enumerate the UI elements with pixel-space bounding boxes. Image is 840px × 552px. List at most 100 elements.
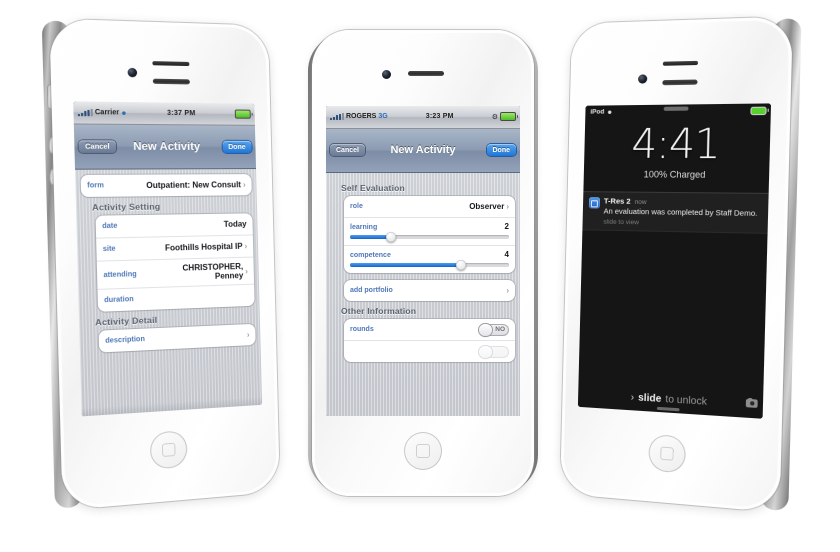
cancel-button[interactable]: Cancel	[78, 140, 117, 153]
chevron-right-icon: ›	[244, 241, 248, 251]
row-key: attending	[103, 270, 137, 279]
earpiece-speaker-icon	[408, 71, 444, 76]
mockup-stage: Carrier ● 3:37 PM Cancel New Activity Do…	[0, 0, 840, 552]
done-button[interactable]: Done	[486, 144, 516, 157]
carrier-label: Carrier	[94, 108, 120, 117]
slider-knob[interactable]	[386, 232, 397, 243]
carrier-group: ROGERS 3G	[330, 113, 388, 121]
signal-bars-icon	[77, 108, 93, 117]
row-form[interactable]: form Outpatient: New Consult ›	[81, 174, 252, 197]
phone-center-glass: ROGERS 3G 3:23 PM ⚙ Cancel New Activity …	[326, 106, 520, 416]
slider-knob[interactable]	[456, 260, 467, 271]
done-button[interactable]: Done	[222, 140, 252, 153]
carrier-group: Carrier ●	[77, 108, 127, 117]
status-time: 3:37 PM	[167, 109, 196, 118]
form-type-card[interactable]: form Outpatient: New Consult ›	[80, 174, 252, 197]
phone-left: Carrier ● 3:37 PM Cancel New Activity Do…	[41, 18, 280, 511]
lock-clock: 4:41 100% Charged	[584, 121, 771, 180]
activity-setting-card[interactable]: date Today − site Foothills Hospital IP …	[95, 213, 255, 313]
status-time: 3:23 PM	[425, 113, 454, 121]
notification-timestamp: now	[634, 198, 647, 207]
device-label: iPod	[590, 108, 605, 116]
signal-bars-icon	[330, 113, 344, 121]
phone-center: ROGERS 3G 3:23 PM ⚙ Cancel New Activity …	[308, 30, 538, 496]
camera-grabber[interactable]	[656, 406, 680, 412]
row-key: site	[102, 245, 116, 254]
row-value: 4	[504, 250, 509, 260]
row-key: competence	[350, 252, 391, 260]
section-header-other-information: Other Information	[341, 306, 417, 317]
row-key: learning	[350, 224, 378, 232]
other-information-card[interactable]: rounds NO	[344, 319, 515, 363]
row-description[interactable]: + description ›	[99, 324, 256, 353]
row-add-portfolio[interactable]: + add portfolio ›	[344, 280, 515, 301]
phone-right-glass: iPod ● 4:41 100% Charged T-Res 2 now An …	[577, 103, 772, 419]
earpiece-speaker-icon	[152, 78, 190, 85]
carrier-label: ROGERS	[346, 113, 377, 121]
rounds-toggle[interactable]: NO	[479, 323, 509, 336]
nav-bar-left: Cancel New Activity Done	[73, 124, 257, 170]
self-evaluation-card[interactable]: − role Observer › − learning 2	[344, 196, 515, 274]
row-value: Foothills Hospital IP	[164, 241, 243, 253]
section-header-self-evaluation: Self Evaluation	[341, 183, 405, 194]
row-key: rounds	[350, 326, 374, 334]
notification-banner[interactable]: T-Res 2 now An evaluation was completed …	[582, 191, 769, 234]
nav-bar-center: Cancel New Activity Done	[326, 128, 520, 174]
phone-right: iPod ● 4:41 100% Charged T-Res 2 now An …	[560, 16, 802, 513]
wifi-icon: ●	[607, 106, 613, 117]
row-value: Outpatient: New Consult	[146, 180, 242, 191]
phone-left-glass: Carrier ● 3:37 PM Cancel New Activity Do…	[73, 101, 263, 417]
activity-detail-card[interactable]: + description ›	[98, 324, 256, 353]
unlock-word: to unlock	[665, 394, 707, 408]
row-value: 2	[504, 222, 509, 232]
chevron-right-icon: ›	[246, 330, 250, 340]
form-content-left[interactable]: form Outpatient: New Consult › Activity …	[75, 169, 263, 417]
toggle-thumb	[479, 345, 492, 358]
chevron-right-icon: ›	[630, 391, 635, 404]
row-key: duration	[104, 296, 134, 305]
battery-full-icon	[234, 109, 251, 119]
row-rounds[interactable]: rounds NO	[344, 319, 515, 342]
row-partial[interactable]	[344, 341, 515, 362]
proximity-sensor-icon	[662, 60, 699, 66]
chevron-right-icon: ›	[242, 180, 246, 190]
charge-status: 100% Charged	[643, 169, 706, 180]
partial-toggle[interactable]	[479, 345, 509, 358]
row-role[interactable]: − role Observer ›	[344, 196, 515, 219]
row-value: Observer	[469, 201, 505, 211]
cancel-button[interactable]: Cancel	[330, 144, 365, 157]
slide-word: slide	[638, 392, 662, 406]
lock-screen[interactable]: iPod ● 4:41 100% Charged T-Res 2 now An …	[577, 103, 772, 419]
slider-fill	[350, 235, 392, 240]
home-square-icon	[416, 444, 430, 458]
notification-hint: slide to view	[603, 218, 639, 227]
battery-full-icon	[500, 112, 518, 122]
row-duration[interactable]: + duration	[95, 285, 255, 312]
row-key: add portfolio	[350, 287, 393, 295]
row-value: Today	[223, 219, 247, 229]
front-camera-icon	[127, 67, 138, 78]
add-portfolio-card[interactable]: + add portfolio ›	[344, 280, 515, 302]
camera-icon[interactable]	[745, 398, 758, 408]
notification-message: An evaluation was completed by Staff Dem…	[603, 206, 758, 218]
battery-charging-icon	[751, 107, 766, 114]
t-res-app-icon	[588, 197, 601, 209]
row-learning[interactable]: − learning 2	[344, 218, 515, 247]
learning-slider[interactable]	[350, 232, 509, 243]
row-competence[interactable]: − competence 4	[344, 246, 515, 273]
home-button[interactable]	[404, 432, 442, 470]
home-square-icon	[161, 442, 176, 458]
competence-slider[interactable]	[350, 260, 509, 271]
network-type-label: 3G	[378, 113, 388, 121]
notification-app-name: T-Res 2	[603, 196, 631, 206]
row-key: role	[350, 203, 363, 211]
row-date[interactable]: date Today	[95, 213, 253, 239]
toggle-label: NO	[495, 326, 505, 334]
status-bar-left: Carrier ● 3:37 PM	[73, 101, 255, 126]
status-right: ⚙	[492, 112, 518, 122]
row-key: date	[102, 222, 118, 231]
toggle-thumb	[479, 323, 492, 336]
form-content-center[interactable]: Self Evaluation − role Observer › −	[326, 173, 520, 416]
chevron-right-icon: ›	[506, 286, 509, 296]
front-camera-icon	[382, 70, 391, 79]
